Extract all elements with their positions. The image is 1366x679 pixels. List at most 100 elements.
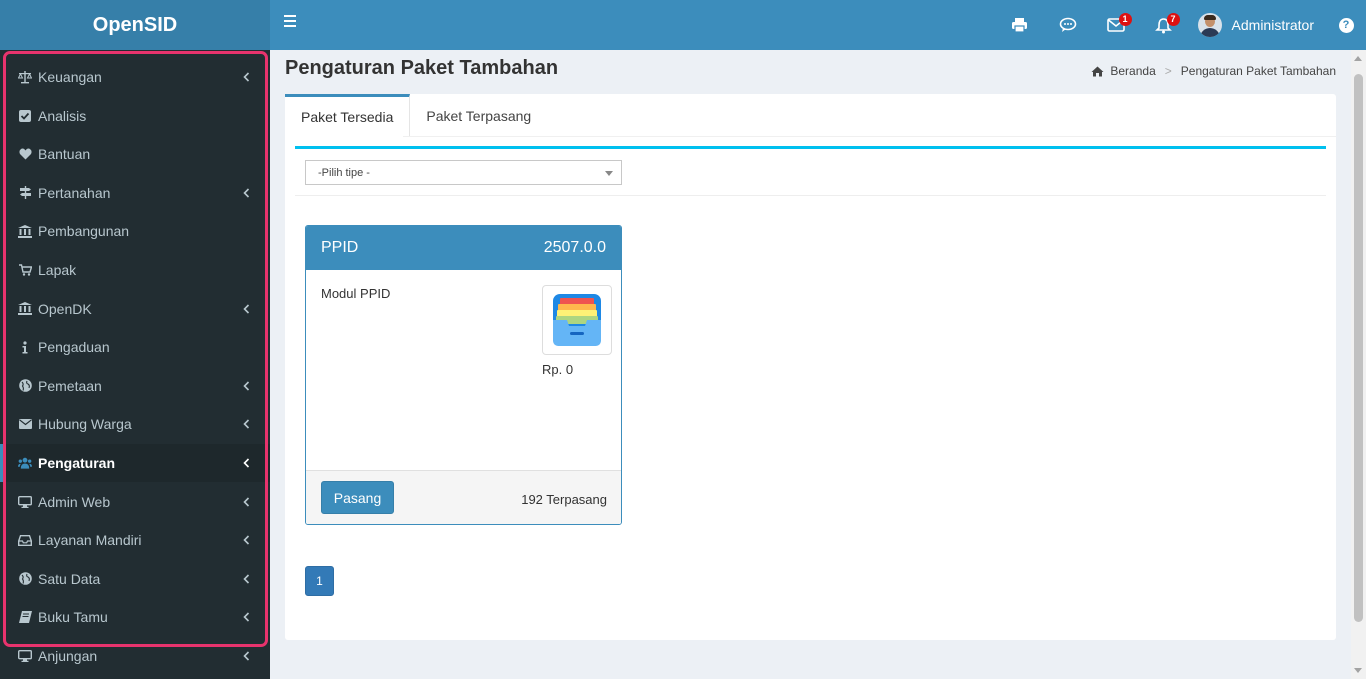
heart-icon [18,147,32,161]
sidebar-item-label: Keuangan [38,69,102,85]
chevron-left-icon [243,495,250,509]
user-menu[interactable]: Administrator [1188,0,1326,50]
pagination-page[interactable]: 1 [305,566,334,596]
scrollbar-thumb[interactable] [1354,74,1363,622]
sidebar-item-label: OpenDK [38,300,92,317]
sidebar-item-satu-data[interactable]: Satu Data [0,560,270,598]
sidebar-item-label: Anjungan [38,648,98,664]
sidebar-item-bantuan[interactable]: Bantuan [0,135,270,173]
sidebar-item-label: Pengaduan [38,339,110,356]
sidebar-item-label: Layanan Mandiri [38,532,142,549]
chevron-left-icon [243,610,250,624]
globe-icon [18,379,32,393]
notification-badge: 7 [1166,13,1180,26]
info-icon [18,340,32,354]
chevron-left-icon [243,572,250,586]
desktop-icon [18,649,32,663]
tab-paket-terpasang[interactable]: Paket Terpasang [410,94,547,137]
sidebar-item-pembangunan[interactable]: Pembangunan [0,212,270,250]
envelope-icon [18,417,32,431]
sidebar-item-pertanahan[interactable]: Pertanahan [0,174,270,212]
avatar [1197,13,1222,37]
sidebar-item-pemetaan[interactable]: Pemetaan [0,367,270,405]
page-title: Pengaturan Paket Tambahan [285,57,559,79]
bank-icon [18,302,32,316]
chevron-left-icon [243,70,250,84]
check-square-icon [18,109,32,123]
chevron-left-icon [243,302,250,316]
sidebar-item-pengaturan[interactable]: Pengaturan [0,444,270,482]
package-card-footer: Pasang 192 Terpasang [306,470,621,524]
sidebar-item-hubung-warga[interactable]: Hubung Warga [0,405,270,443]
sidebar-item-label: Bantuan [38,146,91,163]
desktop-icon [18,495,32,509]
main-box: Paket Tersedia Paket Terpasang -Pilih ti… [285,94,1336,640]
sidebar-item-label: Pemetaan [38,377,102,394]
home-icon [1091,66,1104,76]
scroll-down-arrow-icon[interactable] [1354,668,1362,673]
chevron-left-icon [243,186,250,200]
book-icon [18,610,32,624]
notification-bell-icon[interactable]: 7 [1140,0,1188,50]
chevron-left-icon [243,379,250,393]
package-thumbnail [542,285,612,355]
map-signs-icon [18,186,32,200]
breadcrumb-current: Pengaturan Paket Tambahan [1180,64,1336,78]
breadcrumb-separator: > [1164,64,1172,78]
chevron-left-icon [243,649,250,663]
help-icon[interactable]: ? [1326,0,1366,50]
page-scrollbar[interactable] [1351,50,1366,679]
filter-divider [295,195,1326,196]
sidebar-item-buku-tamu[interactable]: Buku Tamu [0,598,270,636]
chat-icon[interactable] [1044,0,1092,50]
sidebar-item-keuangan[interactable]: Keuangan [0,58,270,96]
breadcrumb: Beranda > Pengaturan Paket Tambahan [1091,64,1336,78]
package-card-header: PPID 2507.0.0 [306,226,621,270]
sidebar-item-lapak[interactable]: Lapak [0,251,270,289]
package-version: 2507.0.0 [543,239,606,256]
sidebar-item-admin-web[interactable]: Admin Web [0,483,270,521]
sidebar-item-analisis[interactable]: Analisis [0,97,270,135]
sidebar-item-label: Analisis [38,107,87,124]
accent-bar [295,146,1326,149]
sidebar-item-label: Pengaturan [38,455,116,471]
sidebar-item-label: Admin Web [38,493,111,510]
bank-icon [18,224,32,238]
sidebar-item-anjungan[interactable]: Anjungan [0,637,270,675]
cart-icon [18,263,32,277]
sidebar-item-opendk[interactable]: OpenDK [0,290,270,328]
print-icon[interactable] [996,0,1044,50]
install-button[interactable]: Pasang [321,481,394,514]
sidebar-item-label: Hubung Warga [38,416,132,433]
type-filter-select[interactable]: -Pilih tipe - [305,160,622,185]
package-price: Rp. 0 [542,362,574,377]
inbox-icon [18,533,32,547]
mail-icon[interactable]: 1 [1092,0,1140,50]
tab-bar: Paket Tersedia Paket Terpasang [285,94,547,137]
scroll-up-arrow-icon[interactable] [1354,56,1362,61]
tab-paket-tersedia[interactable]: Paket Tersedia [285,94,411,137]
package-card: PPID 2507.0.0 Modul PPID Rp. 0 Pasang 19… [305,225,622,525]
package-name: PPID [321,239,359,256]
installed-count: 192 Terpasang [521,492,607,507]
inbox-tray-icon [553,294,601,346]
help-glyph: ? [1338,17,1354,33]
sidebar-item-label: Buku Tamu [38,609,108,626]
sidebar-item-pengaduan[interactable]: Pengaduan [0,328,270,366]
package-description: Modul PPID [321,286,391,301]
users-icon [18,456,32,470]
mail-badge: 1 [1118,13,1132,26]
active-indicator [0,444,3,482]
app-logo[interactable]: OpenSID [0,0,270,50]
sidebar-item-label: Pertanahan [38,184,111,201]
sidebar-item-layanan-mandiri[interactable]: Layanan Mandiri [0,521,270,559]
balance-scale-icon [18,70,32,84]
sidebar-item-label: Satu Data [38,570,101,587]
sidebar-toggle-icon[interactable] [284,15,296,27]
chevron-left-icon [243,456,250,470]
type-filter-value: -Pilih tipe - [318,166,370,179]
breadcrumb-home-link[interactable]: Beranda [1110,64,1155,78]
chevron-down-icon [605,171,613,176]
chevron-left-icon [243,417,250,431]
sidebar: Keuangan Analisis Bantuan Pertanahan Pembang… [0,50,270,679]
